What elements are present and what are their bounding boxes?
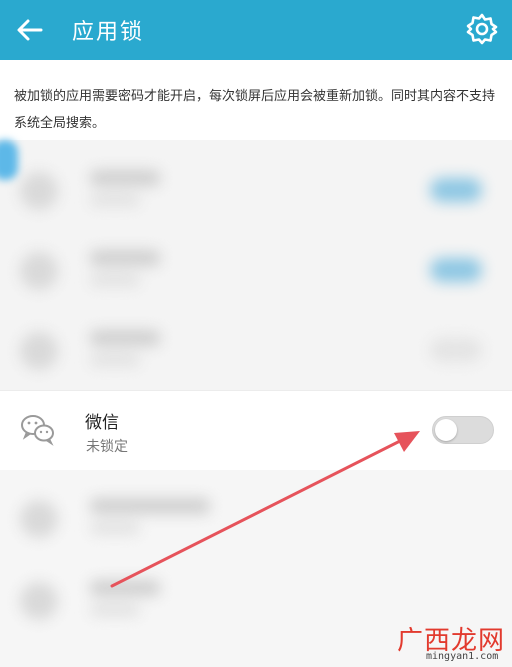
blurred-app-list xyxy=(0,140,512,390)
wechat-icon xyxy=(21,415,54,446)
blurred-app-icon xyxy=(20,172,58,210)
watermark-url: mingyan1.com xyxy=(426,651,499,662)
blurred-toggle xyxy=(430,258,482,282)
blurred-app-icon xyxy=(20,252,58,290)
notice-text: 被加锁的应用需要密码才能开启，每次锁屏后应用会被重新加锁。同时其内容不支持系统全… xyxy=(14,89,496,131)
blurred-app-status xyxy=(90,354,140,366)
blurred-toggle xyxy=(430,338,482,362)
list-item xyxy=(0,310,512,390)
back-arrow-icon[interactable] xyxy=(12,12,48,48)
blurred-app-name xyxy=(90,580,160,596)
blurred-app-status xyxy=(90,274,140,286)
app-bar: 应用锁 xyxy=(0,0,512,60)
blurred-app-status xyxy=(90,522,140,534)
list-item xyxy=(0,478,512,558)
list-item xyxy=(0,150,512,230)
blurred-app-name xyxy=(90,170,160,186)
blurred-app-name xyxy=(90,498,210,514)
blurred-blue-indicator xyxy=(0,140,18,180)
toggle-knob xyxy=(435,419,457,441)
gear-icon[interactable] xyxy=(464,11,500,47)
blurred-app-icon xyxy=(20,332,58,370)
blurred-app-status xyxy=(90,194,140,206)
notice-panel: 被加锁的应用需要密码才能开启，每次锁屏后应用会被重新加锁。同时其内容不支持系统全… xyxy=(0,60,512,140)
blurred-app-icon xyxy=(20,582,58,620)
page-title: 应用锁 xyxy=(72,20,145,45)
blurred-app-icon xyxy=(20,500,58,538)
app-name: 微信 xyxy=(85,413,119,433)
blurred-app-name xyxy=(90,250,160,266)
lock-toggle[interactable] xyxy=(432,416,494,444)
list-item xyxy=(0,230,512,310)
blurred-toggle xyxy=(430,178,482,202)
blurred-app-status xyxy=(90,604,140,616)
app-lock-status: 未锁定 xyxy=(86,439,128,455)
blurred-app-name xyxy=(90,330,160,346)
